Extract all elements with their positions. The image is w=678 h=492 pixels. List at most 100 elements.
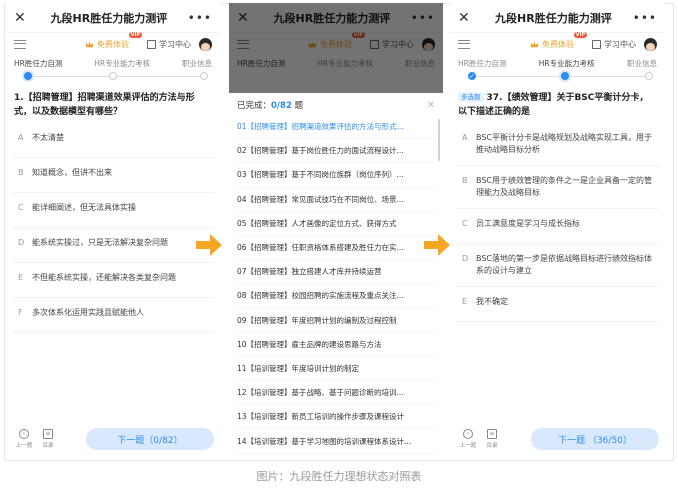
next-question-button[interactable]: 下一题 （36/50） <box>531 428 659 450</box>
check-icon: ✓ <box>468 72 476 80</box>
option-text: BSC用于绩效管理的条件之一是企业具备一定的管理能力及战略目标 <box>476 176 653 197</box>
completed-status: 已完成：0/82 题 <box>237 99 303 111</box>
question-item[interactable]: 09【招聘管理】年度招聘计划的编制及过程控制 <box>237 309 435 333</box>
question-item[interactable]: 01【招聘管理】招聘渠道效果评估的方法与形式... <box>237 115 435 140</box>
study-center-link[interactable]: 学习中心 <box>592 39 636 50</box>
figure-caption: 图片：九段胜任力理想状态对照表 <box>256 470 422 483</box>
option-c[interactable]: C 能详细阐述，但无法具体实操 <box>12 193 214 228</box>
tab-professional-exam[interactable]: HR专业能力考核 <box>94 58 150 69</box>
phone-screen-catalog: ✕ 九段HR胜任力能力测评 ••• 免费体验 VIP 学习中心 HR胜任力自测 … <box>229 3 443 459</box>
option-letter: D <box>18 238 25 247</box>
next-question-button[interactable]: 下一题（0/82） <box>86 428 214 450</box>
tab-professional-exam[interactable]: HR专业能力考核 <box>539 58 595 69</box>
free-trial-label: 免费体验 <box>97 39 129 49</box>
question-list: 01【招聘管理】招聘渠道效果评估的方法与形式... 02【招聘管理】基于岗位胜任… <box>229 115 443 454</box>
question-item[interactable]: 02【招聘管理】基于岗位胜任力的面试流程设计... <box>237 139 435 164</box>
list-icon: ≡ <box>487 429 497 439</box>
option-d[interactable]: D 能系统实操过，只是无法解决复杂问题 <box>12 228 214 263</box>
step-node-3 <box>645 72 653 80</box>
option-c[interactable]: C 员工满意度是学习与成长指标 <box>456 209 659 244</box>
step-node-3 <box>200 72 208 80</box>
phone-screen-question-37: ✕ 九段HR胜任力能力测评 ••• 免费体验 VIP 学习中心 HR胜任力自测 … <box>450 3 665 459</box>
study-center-link[interactable]: 学习中心 <box>147 39 191 50</box>
catalog-label: 目录 <box>42 443 54 449</box>
more-icon[interactable]: ••• <box>633 11 657 25</box>
step-node-1 <box>24 72 32 80</box>
prev-label: 上一题 <box>459 443 477 449</box>
option-d[interactable]: D BSC落地的第一步是依据战略目标进行绩效指标体系的设计与建立 <box>456 244 659 287</box>
multi-choice-tag: 多选题 <box>458 92 484 102</box>
option-a[interactable]: A 不太清楚 <box>12 123 214 158</box>
option-text: BSC平衡计分卡是战略规划及战略实现工具，用于推动战略目标分析 <box>476 133 653 154</box>
tab-career-info[interactable]: 职业信息 <box>182 58 212 69</box>
avatar[interactable] <box>644 37 657 51</box>
question-item[interactable]: 13【培训管理】新员工培训的操作步骤及课程设计 <box>237 405 435 430</box>
close-icon[interactable]: ✕ <box>14 10 30 26</box>
title-bar: ✕ 九段HR胜任力能力测评 ••• <box>6 3 220 33</box>
completed-suffix: 题 <box>291 101 304 111</box>
question-item[interactable]: 07【招聘管理】独立搭建人才库并持续运营 <box>237 260 435 285</box>
free-trial-link[interactable]: 免费体验 VIP <box>85 31 142 50</box>
option-letter: A <box>462 133 468 142</box>
avatar[interactable] <box>199 37 212 51</box>
question-item[interactable]: 14【培训管理】基于学习地图的培训课程体系设计... <box>237 429 435 454</box>
more-icon[interactable]: ••• <box>188 11 212 25</box>
option-letter: C <box>18 203 24 212</box>
arrow-left-icon: ‹ <box>19 429 29 439</box>
question-item[interactable]: 06【招聘管理】任职资格体系搭建及胜任力在实... <box>237 236 435 261</box>
question-item[interactable]: 03【招聘管理】基于不同岗位族群（岗位序列）... <box>237 163 435 188</box>
option-e[interactable]: E 我不确定 <box>456 287 659 322</box>
catalog-header: 已完成：0/82 题 ✕ <box>229 95 443 115</box>
free-trial-link[interactable]: 免费体验 VIP <box>530 31 587 50</box>
question-body: 37.【绩效管理】关于BSC平衡计分卡，以下描述正确的是 <box>458 93 649 117</box>
page-title: 九段HR胜任力能力测评 <box>495 11 612 25</box>
option-b[interactable]: B BSC用于绩效管理的条件之一是企业具备一定的管理能力及战略目标 <box>456 166 659 209</box>
study-center-label: 学习中心 <box>159 39 191 49</box>
option-text: 能详细阐述，但无法具体实操 <box>32 203 136 212</box>
option-letter: C <box>462 219 468 228</box>
question-item[interactable]: 12【培训管理】基于战略、基于问题诊断的培训... <box>237 381 435 406</box>
step-tabs: HR胜任力自测 HR专业能力考核 职业信息 <box>450 55 665 71</box>
tab-self-test[interactable]: HR胜任力自测 <box>458 58 506 69</box>
option-a[interactable]: A BSC平衡计分卡是战略规划及战略实现工具，用于推动战略目标分析 <box>456 123 659 166</box>
study-center-label: 学习中心 <box>604 39 636 49</box>
prev-question-button[interactable]: ‹ 上一题 <box>456 429 480 449</box>
step-tabs: HR胜任力自测 HR专业能力考核 职业信息 <box>6 55 220 71</box>
question-item[interactable]: 05【招聘管理】人才画像的定位方式、获得方式 <box>237 212 435 236</box>
option-text: BSC落地的第一步是依据战略目标进行绩效指标体系的设计与建立 <box>476 254 653 275</box>
scrollbar[interactable] <box>438 119 440 161</box>
catalog-button[interactable]: ≡ 目录 <box>36 429 60 449</box>
question-item[interactable]: 11【培训管理】年度培训计划的制定 <box>237 357 435 382</box>
prev-label: 上一题 <box>15 443 33 449</box>
catalog-label: 目录 <box>486 443 498 449</box>
option-letter: E <box>18 273 24 282</box>
close-sheet-icon[interactable]: ✕ <box>427 100 435 111</box>
option-letter: E <box>462 297 468 306</box>
toolbar: 免费体验 VIP 学习中心 <box>450 31 665 55</box>
option-e[interactable]: E 不但能系统实操，还能解决各类复杂问题 <box>12 263 214 298</box>
toolbar: 免费体验 VIP 学习中心 <box>6 31 220 55</box>
catalog-sheet: 已完成：0/82 题 ✕ 01【招聘管理】招聘渠道效果评估的方法与形式... 0… <box>229 95 443 459</box>
catalog-button[interactable]: ≡ 目录 <box>480 429 504 449</box>
menu-icon[interactable] <box>458 39 470 49</box>
dim-overlay[interactable] <box>229 3 443 93</box>
option-text: 多次体系化运用实践且赋能他人 <box>32 308 144 317</box>
option-text: 不但能系统实操，还能解决各类复杂问题 <box>32 273 176 282</box>
option-b[interactable]: B 知道概念，但讲不出来 <box>12 158 214 193</box>
step-progress <box>14 71 212 83</box>
question-item[interactable]: 08【招聘管理】校园招聘的实施流程及重点关注... <box>237 284 435 309</box>
list-icon: ≡ <box>43 429 53 439</box>
menu-icon[interactable] <box>14 39 26 49</box>
close-icon[interactable]: ✕ <box>458 10 474 26</box>
option-letter: D <box>462 254 469 263</box>
question-item[interactable]: 10【招聘管理】雇主品牌的建设思路与方法 <box>237 333 435 357</box>
option-text: 员工满意度是学习与成长指标 <box>476 219 580 228</box>
tab-self-test[interactable]: HR胜任力自测 <box>14 58 62 69</box>
prev-question-button[interactable]: ‹ 上一题 <box>12 429 36 449</box>
question-item[interactable]: 04【招聘管理】常见面试技巧在不同岗位、场景... <box>237 188 435 212</box>
book-icon <box>147 39 156 49</box>
book-icon <box>592 39 601 49</box>
phone-screen-question-1: ✕ 九段HR胜任力能力测评 ••• 免费体验 VIP 学习中心 HR胜任力自测 … <box>6 3 220 459</box>
tab-career-info[interactable]: 职业信息 <box>627 58 657 69</box>
option-f[interactable]: F 多次体系化运用实践且赋能他人 <box>12 298 214 333</box>
